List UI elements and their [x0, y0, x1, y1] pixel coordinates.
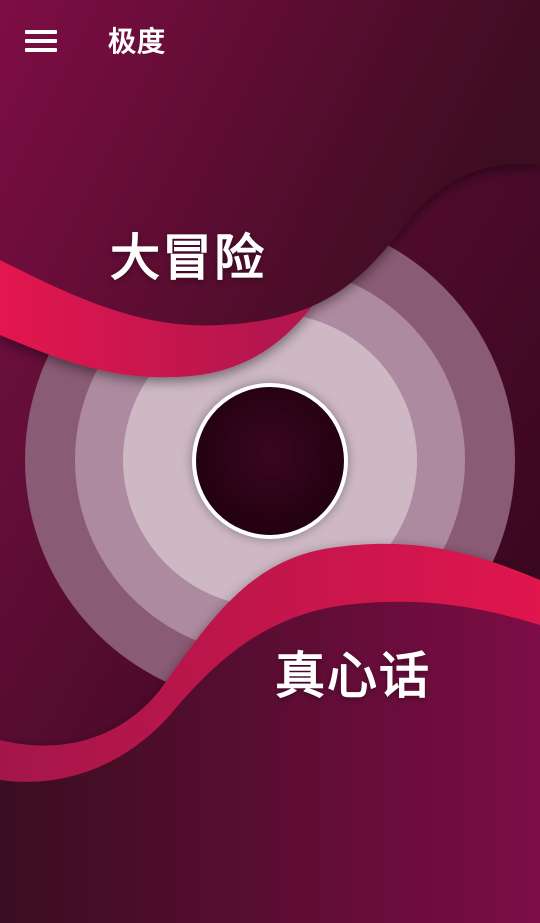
dare-option[interactable]: 大冒险 [110, 218, 266, 290]
hamburger-menu-icon[interactable] [22, 24, 62, 60]
app-title: 极度 [108, 25, 167, 58]
truth-option[interactable]: 真心话 [275, 636, 431, 708]
app-bar: 极度 [0, 0, 540, 80]
game-screen: 极度 大冒险 真心话 [0, 0, 540, 923]
spin-center-button[interactable] [192, 383, 348, 539]
